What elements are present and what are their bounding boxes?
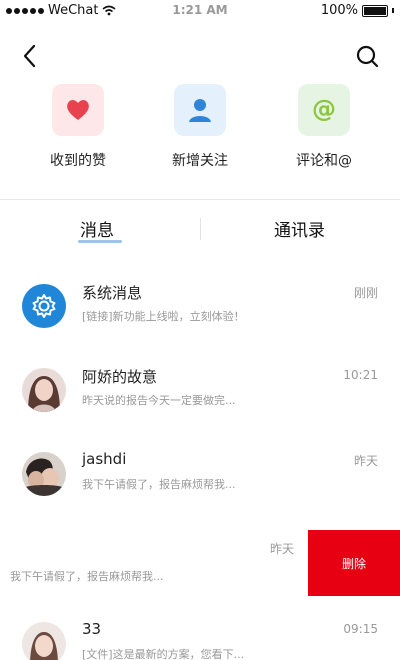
- active-tab-indicator: [78, 240, 122, 243]
- conversation-preview: 昨天说的报告今天一定要做完...: [82, 394, 236, 407]
- conversation-row[interactable]: 阿娇的故意 昨天说的报告今天一定要做完... 10:21: [0, 354, 400, 434]
- svg-text:@: @: [312, 96, 336, 123]
- conversation-time: 10:21: [343, 368, 378, 382]
- conversation-time: 昨天: [353, 454, 378, 468]
- avatar[interactable]: [22, 452, 66, 496]
- conversation-time: 刚刚: [353, 286, 378, 300]
- system-avatar: [22, 284, 66, 328]
- conversation-name: 33: [82, 620, 102, 638]
- conversation-time: 昨天: [269, 542, 294, 556]
- conversation-preview: [链接]新功能上线啦，立刻体验！: [82, 310, 245, 323]
- tab-bar: 消息 通讯录: [0, 200, 400, 252]
- follows-label: 新增关注: [172, 153, 228, 169]
- search-icon[interactable]: [354, 42, 380, 70]
- conversation-name: 系统消息: [82, 284, 143, 302]
- tab-contacts[interactable]: 通讯录: [274, 216, 325, 241]
- chevron-left-icon[interactable]: [18, 42, 42, 70]
- conversation-preview: 我下午请假了，报告麻烦帮我...: [10, 570, 164, 583]
- conversation-time: 09:15: [343, 622, 378, 636]
- status-bar: WeChat 1:21 AM 100%: [0, 0, 400, 22]
- avatar[interactable]: [22, 622, 66, 660]
- conversation-preview: 我下午请假了，报告麻烦帮我...: [82, 478, 236, 491]
- tab-messages[interactable]: 消息: [80, 216, 114, 241]
- follows-tile: [174, 84, 226, 136]
- conversation-name: 阿娇的故意: [82, 368, 158, 386]
- likes-tile: [52, 84, 104, 136]
- comments-label: 评论和@: [296, 153, 352, 169]
- likes-received-button[interactable]: 收到的赞: [18, 84, 138, 170]
- conversation-name: jashdi: [82, 450, 127, 468]
- tab-separator: [200, 218, 201, 240]
- heart-icon: [67, 100, 89, 120]
- comments-mentions-button[interactable]: @ 评论和@: [264, 84, 384, 170]
- battery-label: 100%: [320, 3, 358, 18]
- likes-label: 收到的赞: [50, 153, 106, 169]
- nav-bar: [0, 36, 400, 76]
- conversation-row-system[interactable]: 系统消息 [链接]新功能上线啦，立刻体验！ 刚刚: [0, 270, 400, 350]
- person-icon: [189, 99, 211, 122]
- avatar[interactable]: [22, 368, 66, 412]
- conversation-preview: [文件]这是最新的方案，您看下...: [82, 648, 245, 660]
- battery-icon: [362, 4, 388, 17]
- comments-tile: @: [298, 84, 350, 136]
- at-icon: @: [312, 96, 336, 123]
- delete-button[interactable]: 删除: [308, 530, 400, 596]
- quick-actions: 收到的赞 新增关注 @ 评论和@: [0, 84, 400, 180]
- gear-icon: [32, 294, 56, 318]
- conversation-row[interactable]: 33 [文件]这是最新的方案，您看下... 09:15: [0, 608, 400, 660]
- new-follows-button[interactable]: 新增关注: [140, 84, 260, 170]
- conversation-row[interactable]: jashdi 我下午请假了，报告麻烦帮我... 昨天: [0, 438, 400, 518]
- battery-group: 100%: [321, 3, 394, 18]
- conversation-row-swiped[interactable]: 我下午请假了，报告麻烦帮我... 昨天 删除: [0, 528, 400, 608]
